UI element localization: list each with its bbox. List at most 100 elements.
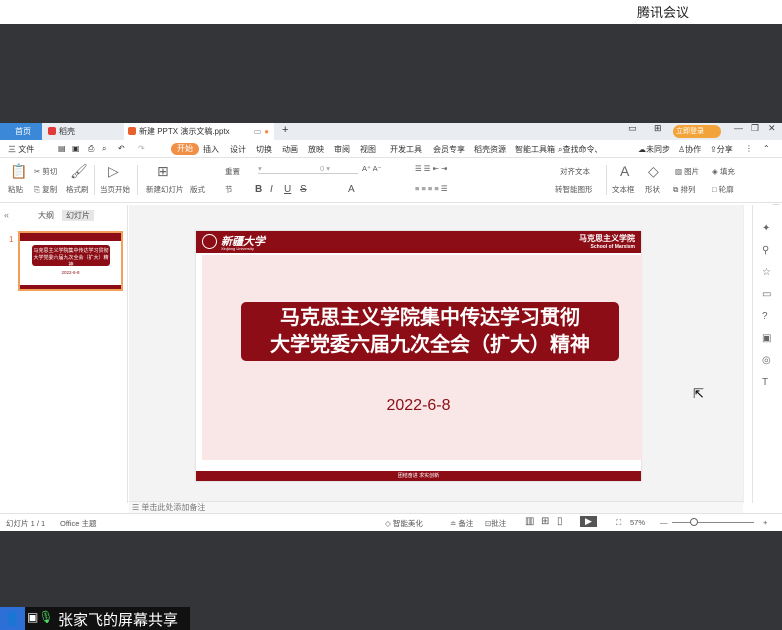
notes-button[interactable]: ≐ 备注 xyxy=(450,518,473,529)
comments-button[interactable]: ⊡批注 xyxy=(485,518,506,529)
slide-date[interactable]: 2022-6-8 xyxy=(196,397,641,415)
close-icon[interactable]: ✕ xyxy=(768,123,776,134)
minimize-icon[interactable]: — xyxy=(734,123,743,133)
align-icon[interactable]: ≡ ≡ ≡ ≡ ☰ xyxy=(415,184,448,193)
menu-developer[interactable]: 开发工具 xyxy=(390,144,422,155)
collapse-panel-icon[interactable]: « xyxy=(4,210,9,220)
menu-slideshow[interactable]: 放映 xyxy=(308,144,324,155)
underline-icon[interactable]: U xyxy=(284,184,291,195)
tab-slides[interactable]: 幻灯片 xyxy=(62,210,94,221)
more-icon[interactable]: ⋮ xyxy=(745,144,753,153)
star-icon[interactable]: ☆ xyxy=(762,267,771,278)
collaborate-button[interactable]: ♙协作 xyxy=(678,144,701,155)
menu-smart-tools[interactable]: 智能工具箱 xyxy=(515,144,555,155)
reset-button[interactable]: 重置 xyxy=(225,166,240,177)
slide[interactable]: 新疆大学 Xinjiang University 马克思主义学院 School … xyxy=(196,231,642,481)
normal-view-icon[interactable]: ▥ xyxy=(525,516,534,527)
magic-icon[interactable]: ✦ xyxy=(762,223,770,234)
tab-outline[interactable]: 大纲 xyxy=(38,210,54,221)
menu-review[interactable]: 审阅 xyxy=(334,144,350,155)
italic-icon[interactable]: I xyxy=(270,184,273,195)
zoom-slider[interactable] xyxy=(672,522,754,523)
new-slide-button[interactable]: 新建幻灯片 xyxy=(146,184,184,195)
font-grow-icon[interactable]: A⁺ A⁻ xyxy=(362,164,382,173)
text-icon[interactable]: T xyxy=(762,377,768,388)
fit-window-icon[interactable]: ⛶ xyxy=(616,518,621,528)
print-icon[interactable]: ⎙ xyxy=(88,144,94,154)
zoom-slider-handle[interactable] xyxy=(690,518,698,526)
font-color-icon[interactable]: A xyxy=(348,184,355,195)
text-box-icon[interactable]: A xyxy=(620,163,629,179)
section-button[interactable]: 节 xyxy=(225,184,233,195)
paste-icon[interactable]: 📋 xyxy=(10,163,27,180)
tab-daoke[interactable]: 稻壳 xyxy=(44,123,122,140)
align-text-button[interactable]: 对齐文本 xyxy=(560,166,590,177)
zoom-in-icon[interactable]: + xyxy=(763,518,767,527)
zoom-level[interactable]: 57% xyxy=(630,518,645,527)
menu-file[interactable]: 三 文件 xyxy=(8,144,34,155)
export-icon[interactable]: ▣ xyxy=(72,144,80,153)
share-button[interactable]: ⇪分享 xyxy=(710,144,733,155)
arrange-button[interactable]: ⧉ 排列 xyxy=(673,184,695,195)
tab-document[interactable]: 新建 PPTX 演示文稿.pptx ▭ ● xyxy=(124,123,274,140)
save-icon[interactable]: ▤ xyxy=(58,144,66,153)
slide-thumbnail[interactable]: 马克思主义学院集中传达学习贯彻 大学党委六届九次全会（扩大）精神 2022-6-… xyxy=(18,231,123,291)
tab-pin-icon[interactable]: ▭ xyxy=(254,127,262,136)
bold-icon[interactable]: B xyxy=(255,184,262,195)
menu-animation[interactable]: 动画 xyxy=(282,144,298,155)
text-box-button[interactable]: 文本框 xyxy=(612,184,635,195)
collapse-ribbon-icon[interactable]: ⌃ xyxy=(763,144,770,153)
tab-home[interactable]: 首页 xyxy=(0,123,42,140)
sorter-view-icon[interactable]: ⊞ xyxy=(541,516,549,527)
menu-insert[interactable]: 插入 xyxy=(203,144,219,155)
smart-beautify-button[interactable]: ◇ 智能美化 xyxy=(385,518,423,529)
menu-home[interactable]: 开始 xyxy=(171,143,199,155)
smart-shapes-button[interactable]: 转智能图形 xyxy=(555,184,593,195)
transition-icon[interactable]: ▭ xyxy=(762,289,771,300)
font-name-select[interactable]: ▾ xyxy=(258,164,358,174)
redo-icon[interactable]: ↷ xyxy=(138,144,145,153)
undo-icon[interactable]: ↶ xyxy=(118,144,125,153)
menu-design[interactable]: 设计 xyxy=(230,144,246,155)
outline-button[interactable]: □ 轮廓 xyxy=(712,184,734,195)
shape-icon[interactable]: ◇ xyxy=(648,163,659,180)
menu-view[interactable]: 视图 xyxy=(360,144,376,155)
gallery-icon[interactable]: ▣ xyxy=(762,333,771,344)
zoom-out-icon[interactable]: — xyxy=(660,518,668,527)
list-icon[interactable]: ☰ ☰ ⇤ ⇥ xyxy=(415,164,447,173)
play-icon[interactable]: ▷ xyxy=(108,163,119,180)
new-tab-icon[interactable]: + xyxy=(282,124,288,136)
thumb-footer xyxy=(20,285,121,289)
sync-status[interactable]: ☁未同步 xyxy=(638,144,670,155)
target-icon[interactable]: ◎ xyxy=(762,355,771,366)
search-command[interactable]: ⌕查找命令、 xyxy=(558,144,602,155)
copy-button[interactable]: ⎘ 复制 xyxy=(34,184,57,195)
play-from-current-button[interactable]: 当页开始 xyxy=(100,184,130,195)
cut-button[interactable]: ✂ 剪切 xyxy=(34,166,57,177)
fill-button[interactable]: ◈ 填充 xyxy=(712,166,735,177)
new-slide-icon[interactable]: ⊞ xyxy=(157,163,169,180)
layout-button[interactable]: 版式 xyxy=(190,184,205,195)
menu-daoke-resources[interactable]: 稻壳资源 xyxy=(474,144,506,155)
shape-button[interactable]: 形状 xyxy=(645,184,660,195)
picture-button[interactable]: ▨ 图片 xyxy=(675,166,699,177)
apps-icon[interactable]: ⊞ xyxy=(654,123,662,134)
adjust-icon[interactable]: ⚲ xyxy=(762,245,769,256)
slideshow-play-icon[interactable]: ▶ xyxy=(580,516,597,527)
notes-area[interactable]: ☰ 单击此处添加备注 xyxy=(129,501,743,513)
paste-button[interactable]: 粘贴 xyxy=(8,184,23,195)
preview-icon[interactable]: ⌕ xyxy=(102,144,106,154)
strikethrough-icon[interactable]: S xyxy=(300,184,307,195)
slide-title[interactable]: 马克思主义学院集中传达学习贯彻 大学党委六届九次全会（扩大）精神 xyxy=(241,302,619,361)
login-button[interactable]: 立即登录 xyxy=(673,125,721,138)
reading-view-icon[interactable]: ▯ xyxy=(557,516,563,527)
layout-icon[interactable]: ▭ xyxy=(628,123,637,134)
help-icon[interactable]: ? xyxy=(762,311,768,322)
format-painter-icon[interactable]: 🖌 xyxy=(70,163,88,180)
menu-transition[interactable]: 切换 xyxy=(256,144,272,155)
format-painter-button[interactable]: 格式刷 xyxy=(66,184,89,195)
font-size-select[interactable]: 0 ▾ xyxy=(320,164,330,173)
restore-icon[interactable]: ❐ xyxy=(751,123,759,134)
menu-member[interactable]: 会员专享 xyxy=(433,144,465,155)
vertical-scrollbar[interactable] xyxy=(743,205,752,503)
